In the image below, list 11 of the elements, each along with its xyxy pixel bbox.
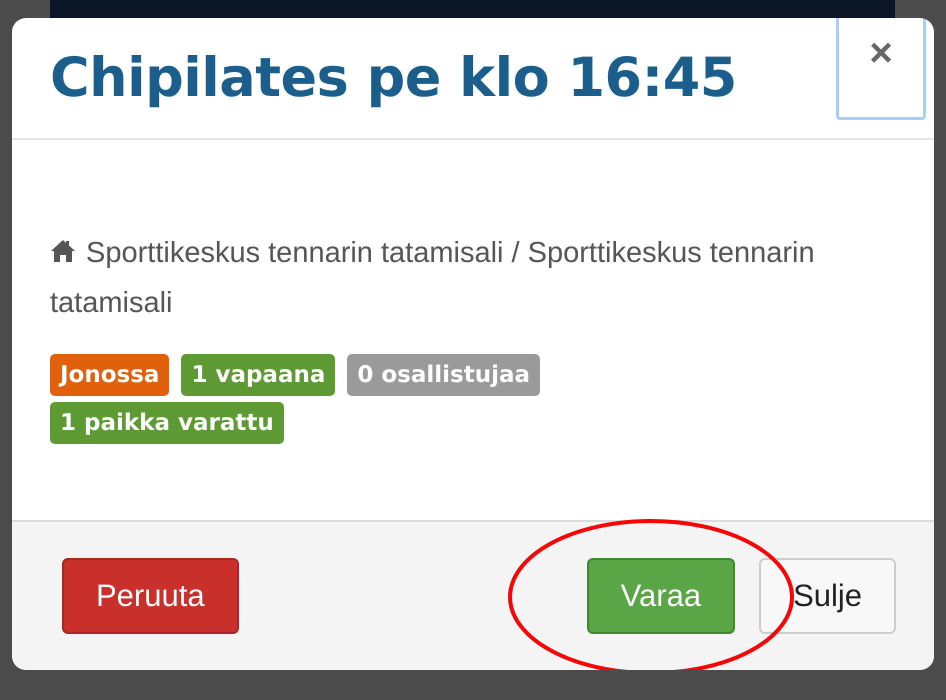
location-text: Sporttikeskus tennarin tatamisali / Sporttikeskus tennarin tatamisali bbox=[50, 236, 816, 321]
book-button[interactable]: Varaa bbox=[586, 558, 736, 634]
close-button[interactable]: × bbox=[836, 18, 926, 120]
close-button[interactable]: Sulje bbox=[759, 558, 896, 634]
status-label: 1 paikka varattu bbox=[50, 402, 284, 444]
home-icon bbox=[50, 239, 76, 263]
cancel-button[interactable]: Peruuta bbox=[62, 558, 239, 634]
status-label: 1 vapaana bbox=[181, 354, 336, 396]
status-label: 0 osallistujaa bbox=[347, 354, 540, 396]
modal-title: Chipilates pe klo 16:45 bbox=[50, 46, 737, 110]
status-label: Jonossa bbox=[50, 354, 170, 396]
